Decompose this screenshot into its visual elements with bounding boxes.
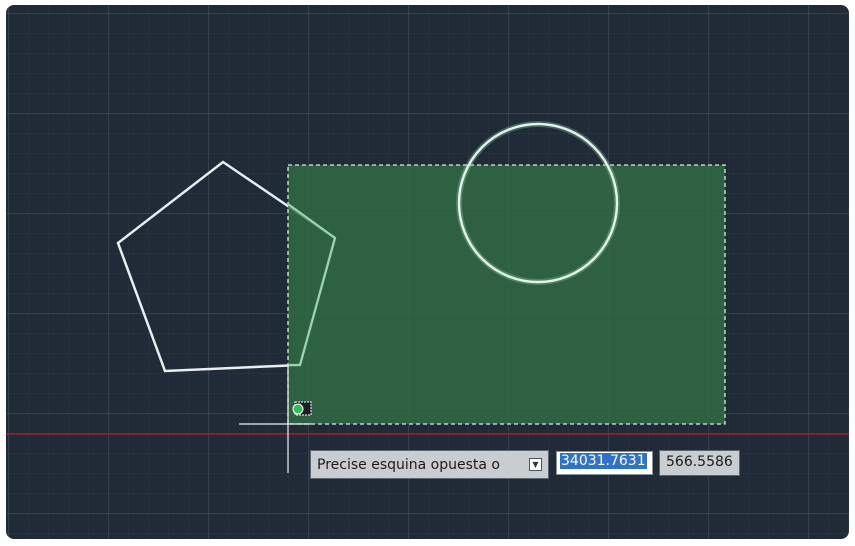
x-coordinate-input[interactable]: 34031.7631 (556, 451, 653, 475)
crossing-selection-window (287, 164, 726, 425)
x-coordinate-value: 34031.7631 (560, 453, 647, 469)
dropdown-arrow-icon[interactable]: ▼ (529, 458, 542, 471)
snap-marker-icon (292, 401, 312, 416)
dynamic-input-prompt: Precise esquina opuesta o ▼ (310, 450, 549, 479)
y-coordinate-field[interactable]: 566.5586 (659, 450, 740, 476)
prompt-text: Precise esquina opuesta o (317, 456, 500, 473)
y-coordinate-value: 566.5586 (666, 454, 733, 470)
